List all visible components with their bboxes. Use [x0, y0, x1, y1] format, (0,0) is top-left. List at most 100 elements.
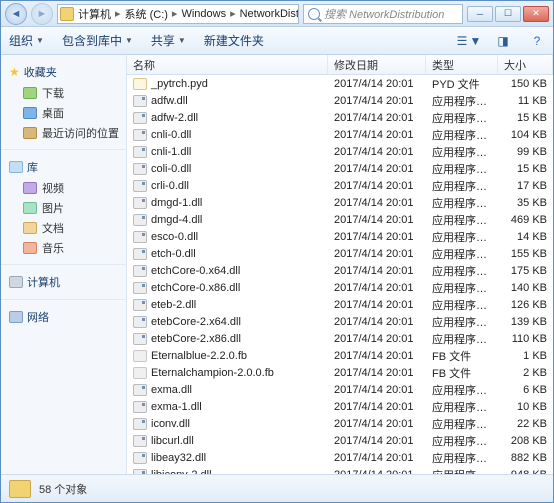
file-name: etchCore-0.x86.dll	[151, 282, 240, 294]
file-row[interactable]: coli-0.dll2017/4/14 20:01应用程序扩展15 KB	[127, 160, 553, 177]
file-row[interactable]: cnli-1.dll2017/4/14 20:01应用程序扩展99 KB	[127, 143, 553, 160]
view-options-button[interactable]: ☰▼	[461, 33, 477, 49]
crumb[interactable]: 系统 (C:)	[125, 6, 168, 22]
chevron-down-icon: ▼	[178, 36, 186, 45]
file-icon	[133, 299, 147, 311]
new-folder-button[interactable]: 新建文件夹	[204, 32, 264, 49]
file-size: 15 KB	[498, 110, 553, 126]
file-row[interactable]: _pytrch.pyd2017/4/14 20:01PYD 文件150 KB	[127, 75, 553, 92]
sidebar-item-label: 下载	[42, 85, 64, 101]
help-button[interactable]: ?	[529, 33, 545, 49]
file-row[interactable]: cnli-0.dll2017/4/14 20:01应用程序扩展104 KB	[127, 126, 553, 143]
file-size: 139 KB	[498, 314, 553, 330]
file-date: 2017/4/14 20:01	[328, 229, 426, 245]
file-row[interactable]: exma.dll2017/4/14 20:01应用程序扩展6 KB	[127, 381, 553, 398]
col-size[interactable]: 大小	[498, 55, 553, 74]
sidebar-item-label: 视频	[42, 180, 64, 196]
file-icon	[133, 214, 147, 226]
file-row[interactable]: etebCore-2.x86.dll2017/4/14 20:01应用程序扩展1…	[127, 330, 553, 347]
file-row[interactable]: libcurl.dll2017/4/14 20:01应用程序扩展208 KB	[127, 432, 553, 449]
col-date[interactable]: 修改日期	[328, 55, 426, 74]
file-name: etebCore-2.x86.dll	[151, 333, 241, 345]
file-row[interactable]: crli-0.dll2017/4/14 20:01应用程序扩展17 KB	[127, 177, 553, 194]
search-input[interactable]: 搜索 NetworkDistribution	[303, 4, 463, 24]
sidebar-favorites[interactable]: ★收藏夹	[9, 61, 120, 83]
chevron-right-icon[interactable]: ▸	[172, 7, 178, 20]
file-row[interactable]: Eternalblue-2.2.0.fb2017/4/14 20:01FB 文件…	[127, 347, 553, 364]
file-icon	[133, 180, 147, 192]
sidebar-computer[interactable]: 计算机	[9, 271, 120, 293]
address-bar[interactable]: 计算机▸ 系统 (C:)▸ Windows▸ NetworkDistributi…	[57, 4, 299, 24]
folder-icon	[23, 182, 37, 194]
file-row[interactable]: adfw-2.dll2017/4/14 20:01应用程序扩展15 KB	[127, 109, 553, 126]
sidebar-item[interactable]: 音乐	[9, 238, 120, 258]
file-icon	[133, 231, 147, 243]
folder-icon	[23, 202, 37, 214]
share-menu[interactable]: 共享▼	[151, 32, 186, 49]
file-size: 14 KB	[498, 229, 553, 245]
sidebar-libraries[interactable]: 库	[9, 156, 120, 178]
close-button[interactable]: ✕	[523, 6, 549, 22]
star-icon: ★	[9, 65, 20, 79]
file-name: libeay32.dll	[151, 452, 206, 464]
folder-icon	[23, 107, 37, 119]
file-icon	[133, 469, 147, 475]
include-menu[interactable]: 包含到库中▼	[62, 32, 133, 49]
file-date: 2017/4/14 20:01	[328, 246, 426, 262]
file-row[interactable]: dmgd-1.dll2017/4/14 20:01应用程序扩展35 KB	[127, 194, 553, 211]
file-row[interactable]: iconv.dll2017/4/14 20:01应用程序扩展22 KB	[127, 415, 553, 432]
col-type[interactable]: 类型	[426, 55, 498, 74]
chevron-right-icon[interactable]: ▸	[115, 7, 121, 20]
crumb[interactable]: NetworkDistribution	[240, 8, 299, 20]
file-row[interactable]: etch-0.dll2017/4/14 20:01应用程序扩展155 KB	[127, 245, 553, 262]
file-row[interactable]: etchCore-0.x64.dll2017/4/14 20:01应用程序扩展1…	[127, 262, 553, 279]
crumb[interactable]: 计算机	[78, 6, 111, 22]
sidebar-item[interactable]: 视频	[9, 178, 120, 198]
file-size: 10 KB	[498, 399, 553, 415]
file-row[interactable]: exma-1.dll2017/4/14 20:01应用程序扩展10 KB	[127, 398, 553, 415]
sidebar-item[interactable]: 文档	[9, 218, 120, 238]
file-size: 6 KB	[498, 382, 553, 398]
file-icon	[133, 129, 147, 141]
file-date: 2017/4/14 20:01	[328, 450, 426, 466]
file-name: cnli-0.dll	[151, 129, 191, 141]
file-icon	[133, 197, 147, 209]
chevron-right-icon[interactable]: ▸	[230, 7, 236, 20]
maximize-button[interactable]: ☐	[495, 6, 521, 22]
file-row[interactable]: Eternalchampion-2.0.0.fb2017/4/14 20:01F…	[127, 364, 553, 381]
file-row[interactable]: eteb-2.dll2017/4/14 20:01应用程序扩展126 KB	[127, 296, 553, 313]
sidebar-item[interactable]: 桌面	[9, 103, 120, 123]
preview-pane-button[interactable]: ◨	[495, 33, 511, 49]
file-row[interactable]: adfw.dll2017/4/14 20:01应用程序扩展11 KB	[127, 92, 553, 109]
file-date: 2017/4/14 20:01	[328, 93, 426, 109]
sidebar-item[interactable]: 下载	[9, 83, 120, 103]
sidebar-item-label: 图片	[42, 200, 64, 216]
file-date: 2017/4/14 20:01	[328, 144, 426, 160]
sidebar-network[interactable]: 网络	[9, 306, 120, 328]
file-row[interactable]: libeay32.dll2017/4/14 20:01应用程序扩展882 KB	[127, 449, 553, 466]
file-row[interactable]: libiconv-2.dll2017/4/14 20:01应用程序扩展948 K…	[127, 466, 553, 474]
sidebar-item[interactable]: 图片	[9, 198, 120, 218]
file-name: adfw.dll	[151, 95, 188, 107]
minimize-button[interactable]: ─	[467, 6, 493, 22]
file-date: 2017/4/14 20:01	[328, 195, 426, 211]
file-rows[interactable]: _pytrch.pyd2017/4/14 20:01PYD 文件150 KB ad…	[127, 75, 553, 474]
file-size: 469 KB	[498, 212, 553, 228]
file-row[interactable]: esco-0.dll2017/4/14 20:01应用程序扩展14 KB	[127, 228, 553, 245]
file-date: 2017/4/14 20:01	[328, 212, 426, 228]
sidebar-item[interactable]: 最近访问的位置	[9, 123, 120, 143]
organize-menu[interactable]: 组织▼	[9, 32, 44, 49]
back-button[interactable]: ◄	[5, 3, 27, 25]
status-bar: 58 个对象	[1, 474, 553, 502]
file-icon	[133, 163, 147, 175]
file-name: dmgd-4.dll	[151, 214, 202, 226]
file-row[interactable]: etebCore-2.x64.dll2017/4/14 20:01应用程序扩展1…	[127, 313, 553, 330]
forward-button[interactable]: ►	[31, 3, 53, 25]
file-size: 11 KB	[498, 93, 553, 109]
col-name[interactable]: 名称	[127, 55, 328, 74]
file-row[interactable]: etchCore-0.x86.dll2017/4/14 20:01应用程序扩展1…	[127, 279, 553, 296]
file-row[interactable]: dmgd-4.dll2017/4/14 20:01应用程序扩展469 KB	[127, 211, 553, 228]
crumb[interactable]: Windows	[181, 8, 226, 20]
file-icon	[133, 367, 147, 379]
file-date: 2017/4/14 20:01	[328, 467, 426, 475]
